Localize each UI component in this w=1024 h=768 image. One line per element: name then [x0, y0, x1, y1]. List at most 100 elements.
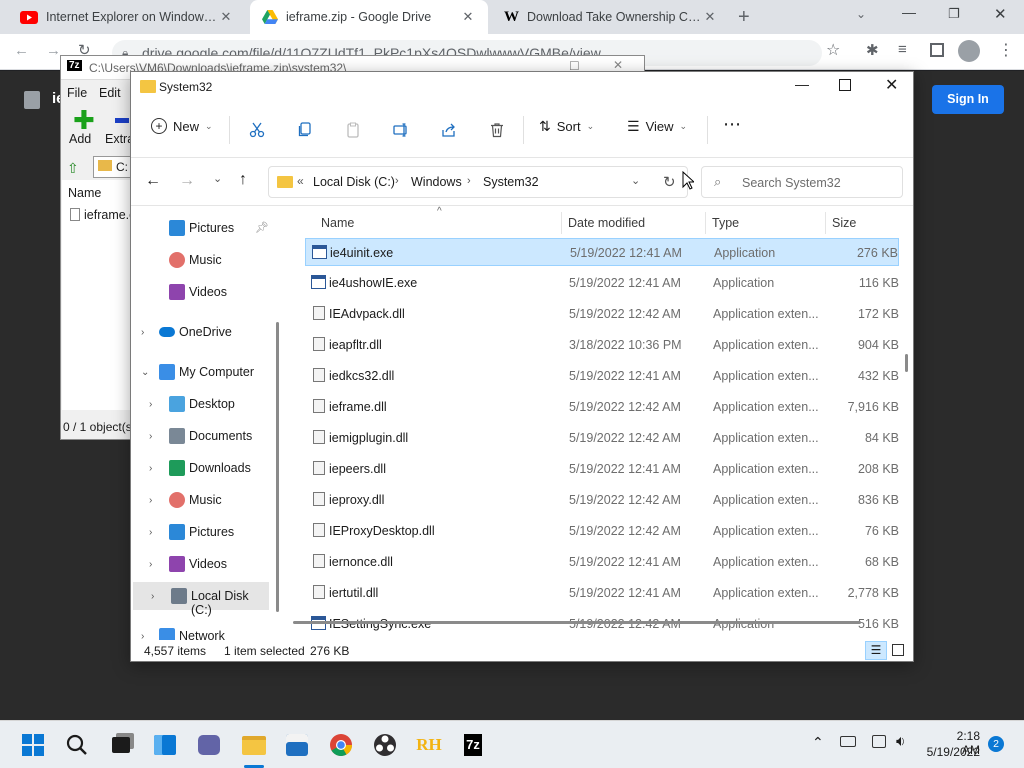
- breadcrumb-item[interactable]: System32: [483, 175, 539, 189]
- browser-tab[interactable]: W Download Take Ownership Conte ✕: [492, 0, 730, 34]
- chevron-right-icon[interactable]: ›: [149, 495, 152, 506]
- profile-avatar[interactable]: [958, 40, 980, 62]
- teams-chat-icon[interactable]: [196, 732, 222, 758]
- cut-icon[interactable]: [245, 118, 269, 142]
- widgets-icon[interactable]: [152, 732, 178, 758]
- chevron-right-icon[interactable]: ›: [141, 327, 144, 338]
- forward-icon[interactable]: →: [179, 172, 195, 190]
- col-size[interactable]: Size: [832, 216, 856, 230]
- media-icon[interactable]: ≡: [898, 41, 907, 58]
- bookmark-star-icon[interactable]: ☆: [826, 40, 840, 60]
- file-explorer-icon[interactable]: [240, 732, 268, 758]
- chevron-down-icon[interactable]: ⌄: [631, 174, 640, 187]
- view-button[interactable]: ☰ View ⌄: [627, 118, 687, 135]
- delete-icon[interactable]: [485, 118, 509, 142]
- browser-tab-active[interactable]: ieframe.zip - Google Drive ✕: [250, 0, 488, 34]
- col-name[interactable]: Name: [68, 186, 101, 200]
- file-row[interactable]: iedkcs32.dll 5/19/2022 12:41 AM Applicatio…: [305, 362, 899, 390]
- close-tab-icon[interactable]: ✕: [702, 9, 718, 25]
- tab-search-icon[interactable]: ⌄: [856, 7, 866, 21]
- search-box[interactable]: ⌕ Search System32: [701, 166, 903, 198]
- overflow-chevron-icon[interactable]: «: [297, 174, 304, 188]
- chevron-right-icon[interactable]: ›: [151, 591, 154, 602]
- 7zip-taskbar-icon[interactable]: 7z: [460, 732, 486, 758]
- tray-chevron-up-icon[interactable]: ⌃: [812, 734, 824, 751]
- new-tab-icon[interactable]: +: [738, 6, 750, 29]
- nav-item-videos[interactable]: Videos: [131, 278, 276, 306]
- col-date-modified[interactable]: Date modified: [568, 216, 645, 230]
- 7zip-address-field[interactable]: C:: [93, 156, 133, 178]
- keyboard-icon[interactable]: [840, 736, 856, 747]
- horizontal-scrollbar[interactable]: [293, 621, 861, 624]
- close-icon[interactable]: ✕: [885, 75, 898, 95]
- search-icon[interactable]: [64, 732, 90, 758]
- file-row[interactable]: iepeers.dll 5/19/2022 12:41 AM Application…: [305, 455, 899, 483]
- file-row[interactable]: ieframe.dll 5/19/2022 12:42 AM Application…: [305, 393, 899, 421]
- file-row[interactable]: ie4uinit.exe 5/19/2022 12:41 AM Applicatio…: [305, 238, 899, 266]
- chevron-right-icon[interactable]: ›: [149, 463, 152, 474]
- nav-item-music[interactable]: Music: [131, 246, 276, 274]
- nav-item-network[interactable]: › Network: [131, 622, 276, 640]
- col-name[interactable]: Name: [321, 216, 354, 230]
- new-button[interactable]: + New ⌄: [151, 118, 213, 134]
- back-icon[interactable]: ←: [14, 42, 29, 59]
- chevron-right-icon[interactable]: ›: [141, 631, 144, 641]
- nav-item-my-computer[interactable]: ⌄ My Computer: [131, 358, 276, 386]
- nav-item-videos[interactable]: › Videos: [131, 550, 276, 578]
- file-row[interactable]: IEAdvpack.dll 5/19/2022 12:42 AM Applicati…: [305, 300, 899, 328]
- details-view-icon[interactable]: ☰: [865, 641, 887, 660]
- file-row[interactable]: ieproxy.dll 5/19/2022 12:42 AM Application…: [305, 486, 899, 514]
- large-icons-view-icon[interactable]: [892, 644, 904, 656]
- nav-item-pictures[interactable]: Pictures 📌︎: [131, 214, 276, 242]
- vertical-scrollbar[interactable]: [905, 354, 908, 372]
- file-row[interactable]: ieapfltr.dll 3/18/2022 10:36 PM Applicatio…: [305, 331, 899, 359]
- file-row[interactable]: IEProxyDesktop.dll 5/19/2022 12:42 AM Appl…: [305, 517, 899, 545]
- file-row[interactable]: iernonce.dll 5/19/2022 12:41 AM Applicatio…: [305, 548, 899, 576]
- refresh-icon[interactable]: ↻: [663, 173, 676, 191]
- task-view-icon[interactable]: [108, 732, 134, 758]
- back-icon[interactable]: ←: [145, 172, 161, 190]
- forward-icon[interactable]: →: [46, 42, 61, 59]
- nav-item-onedrive[interactable]: › OneDrive: [131, 318, 276, 346]
- obs-icon[interactable]: [372, 732, 398, 758]
- menu-file[interactable]: File: [67, 86, 87, 100]
- file-row[interactable]: IESettingSync.exe 5/19/2022 12:42 AM Appli…: [305, 610, 899, 638]
- close-window-icon[interactable]: ✕: [994, 5, 1007, 23]
- breadcrumb[interactable]: « Local Disk (C:) › Windows › System32 ⌄…: [268, 166, 688, 198]
- start-windows-icon[interactable]: [20, 732, 46, 758]
- nav-item-downloads[interactable]: › Downloads: [131, 454, 276, 482]
- sign-in-button[interactable]: Sign In: [932, 85, 1004, 114]
- up-folder-icon[interactable]: ⇧: [67, 160, 79, 177]
- volume-icon[interactable]: 🔉︎: [896, 733, 905, 750]
- restore-icon[interactable]: ❐: [948, 6, 960, 22]
- share-icon[interactable]: [437, 118, 461, 142]
- side-panel-icon[interactable]: [930, 43, 944, 57]
- add-button[interactable]: ✚ Add: [69, 107, 95, 146]
- file-row[interactable]: iertutil.dll 5/19/2022 12:41 AM Applicatio…: [305, 579, 899, 607]
- chevron-right-icon[interactable]: ›: [149, 399, 152, 410]
- minimize-icon[interactable]: —: [795, 76, 809, 92]
- 7zip-file-item[interactable]: ieframe.c: [84, 208, 135, 222]
- chrome-menu-icon[interactable]: ⋮: [998, 40, 1014, 60]
- chevron-right-icon[interactable]: ›: [149, 559, 152, 570]
- recent-locations-icon[interactable]: ⌄: [213, 172, 222, 185]
- nav-item-desktop[interactable]: › Desktop: [131, 390, 276, 418]
- copy-icon[interactable]: [293, 118, 317, 142]
- sort-button[interactable]: ⇅ Sort ⌄: [539, 118, 594, 135]
- resource-hacker-icon[interactable]: RH: [414, 732, 444, 758]
- 7zip-close-icon[interactable]: ✕: [613, 58, 623, 72]
- paste-icon[interactable]: [341, 118, 365, 142]
- chrome-icon[interactable]: [328, 732, 354, 758]
- close-tab-icon[interactable]: ✕: [218, 9, 234, 25]
- chevron-right-icon[interactable]: ›: [149, 527, 152, 538]
- rename-icon[interactable]: [389, 118, 413, 142]
- nav-item-documents[interactable]: › Documents: [131, 422, 276, 450]
- file-row[interactable]: ie4ushowIE.exe 5/19/2022 12:41 AM Applicat…: [305, 269, 899, 297]
- maximize-icon[interactable]: [839, 79, 851, 91]
- chevron-right-icon[interactable]: ›: [149, 431, 152, 442]
- display-icon[interactable]: [872, 735, 886, 748]
- minimize-icon[interactable]: —: [902, 4, 916, 20]
- notification-badge[interactable]: 2: [988, 736, 1004, 752]
- breadcrumb-item[interactable]: Windows: [411, 175, 462, 189]
- browser-tab[interactable]: Internet Explorer on Windows 11 ✕: [8, 0, 246, 34]
